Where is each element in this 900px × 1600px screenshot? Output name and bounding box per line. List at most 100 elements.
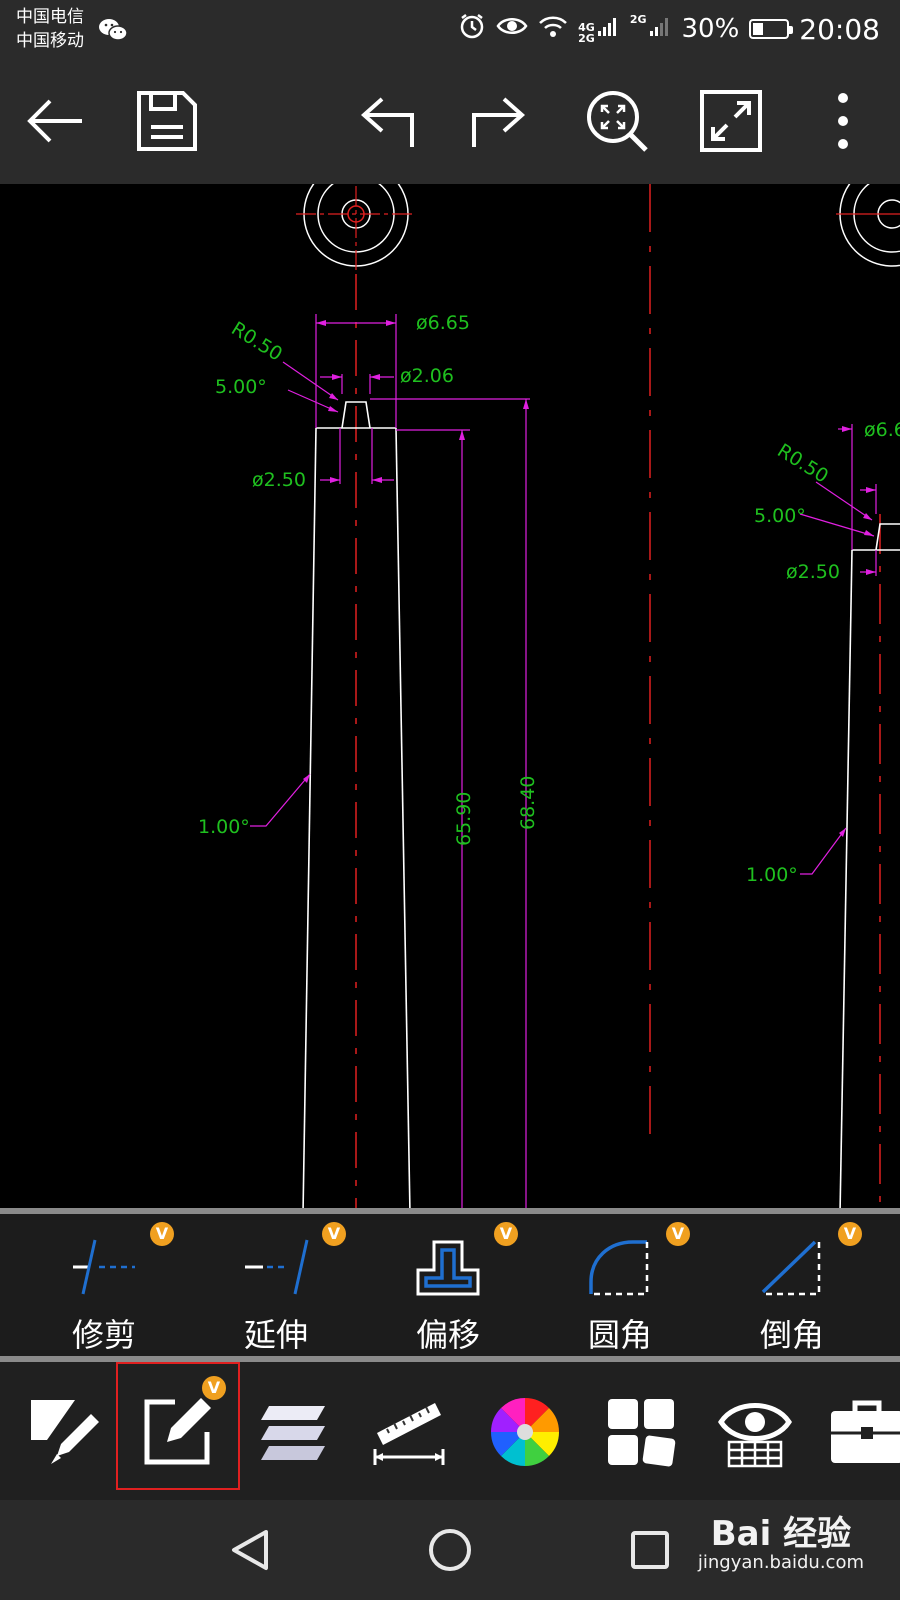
nav-back-icon <box>232 1530 268 1570</box>
chamfer-icon <box>761 1240 821 1296</box>
undo-button[interactable] <box>356 88 422 154</box>
chamfer-tool[interactable]: 倒角 V <box>706 1214 878 1356</box>
vip-badge: V <box>838 1222 862 1246</box>
zoom-extents-icon <box>587 91 648 152</box>
vip-badge: V <box>322 1222 346 1246</box>
fullscreen-icon <box>700 90 762 152</box>
trim-icon <box>73 1239 135 1295</box>
extend-tool[interactable]: 延伸 V <box>190 1214 362 1356</box>
measure-icon <box>373 1403 445 1465</box>
edit-icon <box>144 1398 211 1465</box>
back-arrow-icon <box>27 99 82 143</box>
draw-button[interactable] <box>6 1382 116 1482</box>
dim-angle-taper-right: 1.00° <box>746 864 798 886</box>
signal-bars-icon <box>597 14 620 44</box>
wechat-icon <box>98 16 128 48</box>
dim-height-2: 68.40 <box>517 776 539 830</box>
alarm-icon <box>458 12 486 47</box>
more-button[interactable] <box>810 88 876 154</box>
back-button[interactable] <box>22 88 88 154</box>
battery-percent: 30% <box>681 14 740 44</box>
dimension-lines-right <box>799 424 877 875</box>
dim-radius: R0.50 <box>227 318 286 366</box>
dim-height-1: 65.90 <box>453 792 475 846</box>
dimension-text-left: ø6.65 ø2.06 ø2.50 R0.50 5.00° 1.00° 65.9… <box>198 312 539 846</box>
chamfer-label: 倒角 <box>759 1316 824 1354</box>
nav-home-icon <box>429 1529 471 1571</box>
nav-back-button[interactable] <box>220 1522 280 1578</box>
toolbox-icon <box>831 1400 900 1463</box>
signal-bars-icon <box>649 14 672 44</box>
nav-home-button[interactable] <box>420 1522 480 1578</box>
dim-diameter-tip: ø2.06 <box>400 365 454 387</box>
redo-button[interactable] <box>464 88 530 154</box>
wifi-icon <box>538 14 568 45</box>
top-toolbar <box>0 58 900 184</box>
toolbox-button[interactable] <box>812 1382 900 1482</box>
battery-icon <box>749 19 794 39</box>
extend-icon <box>245 1239 309 1295</box>
undo-icon <box>360 97 414 147</box>
nav-recents-button[interactable] <box>620 1522 680 1578</box>
fillet-icon <box>589 1240 649 1296</box>
dim-radius-right: R0.50 <box>773 440 832 488</box>
carrier-1: 中国电信 <box>16 7 84 27</box>
offset-tool[interactable]: 偏移 V <box>362 1214 534 1356</box>
watermark: Bai 经验 jingyan.baidu.com <box>698 1516 864 1574</box>
carrier-info: 中国电信 中国移动 <box>16 5 84 53</box>
blocks-button[interactable] <box>586 1382 696 1482</box>
drawing-canvas[interactable]: ø6.65 ø2.06 ø2.50 R0.50 5.00° 1.00° 65.9… <box>0 184 900 1208</box>
redo-icon <box>472 97 526 147</box>
measure-button[interactable] <box>354 1382 464 1482</box>
bottom-tool-bar: V <box>0 1356 900 1500</box>
nav-recents-icon <box>631 1531 669 1569</box>
part-outline-right <box>839 523 900 1208</box>
dim-diameter-top: ø6.65 <box>416 312 470 334</box>
vip-badge: V <box>666 1222 690 1246</box>
dimension-arrows-right <box>839 426 876 837</box>
dim-diameter-mid: ø2.50 <box>252 469 306 491</box>
carrier-2: 中国移动 <box>16 31 84 51</box>
save-icon <box>137 91 197 151</box>
save-button[interactable] <box>134 88 200 154</box>
view-button[interactable] <box>700 1382 810 1482</box>
view-icon <box>718 1403 792 1468</box>
layers-button[interactable] <box>238 1382 348 1482</box>
status-icons: 4G 2G 2G 30% 20:08 <box>458 6 880 52</box>
extend-label: 延伸 <box>243 1316 308 1354</box>
signal-1: 4G 2G <box>578 14 620 44</box>
dim-angle-top-right: 5.00° <box>754 505 806 527</box>
vip-badge: V <box>494 1222 518 1246</box>
cad-drawing: ø6.65 ø2.06 ø2.50 R0.50 5.00° 1.00° 65.9… <box>198 184 900 1208</box>
signal-2: 2G <box>630 14 672 44</box>
top-view-circle-left <box>296 184 416 270</box>
dim-angle-taper: 1.00° <box>198 816 250 838</box>
watermark-sub: jingyan.baidu.com <box>697 1552 864 1573</box>
color-button[interactable] <box>470 1382 580 1482</box>
vip-badge: V <box>202 1376 226 1400</box>
fillet-tool[interactable]: 圆角 V <box>534 1214 706 1356</box>
dimension-arrows-left <box>303 320 529 783</box>
layers-icon <box>261 1406 325 1460</box>
watermark-main: Bai 经验 <box>710 1514 852 1554</box>
trim-label: 修剪 <box>71 1316 136 1354</box>
dim-angle-top: 5.00° <box>215 376 267 398</box>
network-label-2: 2G <box>578 32 595 45</box>
dim-diameter-top-right: ø6.6 <box>864 419 900 441</box>
dim-diameter-mid-right: ø2.50 <box>786 561 840 583</box>
fullscreen-button[interactable] <box>698 88 764 154</box>
dimension-text-right: ø6.6 R0.50 5.00° ø2.50 1.00° <box>746 419 900 886</box>
eye-comfort-icon <box>496 14 528 45</box>
edit-tools-bar: 修剪 V 延伸 V 偏移 V 圆角 V 倒角 V <box>0 1208 900 1356</box>
clock: 20:08 <box>799 12 880 46</box>
more-vertical-icon <box>838 93 848 149</box>
navigation-bar: Bai 经验 jingyan.baidu.com <box>0 1500 900 1600</box>
offset-icon <box>416 1240 480 1296</box>
trim-tool[interactable]: 修剪 V <box>18 1214 190 1356</box>
color-wheel-icon <box>491 1398 559 1466</box>
offset-label: 偏移 <box>415 1316 480 1354</box>
zoom-extents-button[interactable] <box>584 88 650 154</box>
edit-button[interactable]: V <box>122 1376 232 1482</box>
draw-icon <box>31 1400 99 1464</box>
vip-badge: V <box>150 1222 174 1246</box>
